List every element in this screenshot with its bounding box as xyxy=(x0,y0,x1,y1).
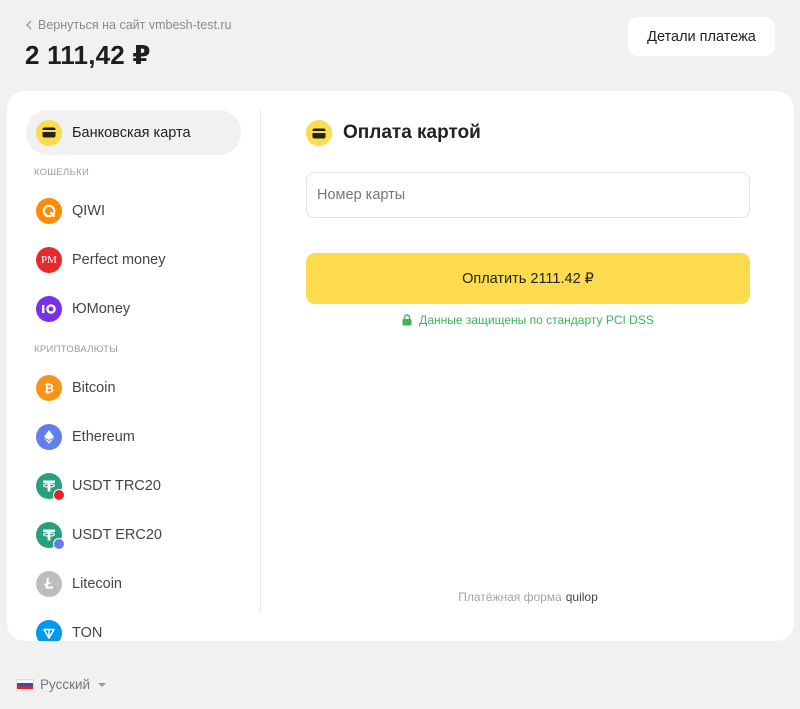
method-usdt-trc20[interactable]: USDT TRC20 xyxy=(26,463,241,508)
svg-text:₿: ₿ xyxy=(44,381,54,395)
method-bitcoin[interactable]: ₿ Bitcoin xyxy=(26,365,241,410)
payment-form-footer: Платёжная форма quilop xyxy=(306,590,750,604)
back-link-label: Вернуться на сайт vmbesh-test.ru xyxy=(38,18,232,32)
footer-label: Платёжная форма xyxy=(458,590,562,604)
bitcoin-icon: ₿ xyxy=(36,374,62,401)
method-label: Ethereum xyxy=(72,428,135,445)
qiwi-icon xyxy=(36,197,62,224)
method-qiwi[interactable]: QIWI xyxy=(26,188,241,233)
wallets-group-label: КОШЕЛЬКИ xyxy=(34,167,90,178)
perfect-money-icon: PM xyxy=(36,246,62,273)
method-label: QIWI xyxy=(72,202,106,219)
pay-button[interactable]: Оплатить 2111.42 ₽ xyxy=(306,253,750,304)
payment-details-button[interactable]: Детали платежа xyxy=(628,17,775,56)
method-litecoin[interactable]: Litecoin xyxy=(26,561,241,606)
method-label: ЮMoney xyxy=(72,300,131,317)
sidebar-divider xyxy=(260,109,261,612)
litecoin-icon xyxy=(36,570,62,597)
yoomoney-icon xyxy=(36,295,62,322)
bank-card-icon xyxy=(36,119,62,146)
card-payment-heading: Оплата картой xyxy=(306,120,481,146)
payment-methods-sidebar: Банковская карта КОШЕЛЬКИ QIWI PM Perfec… xyxy=(26,110,244,641)
method-ton[interactable]: TON xyxy=(26,610,241,641)
payment-amount: 2 111,42 ₽ xyxy=(25,40,151,70)
usdt-erc20-icon xyxy=(36,521,65,550)
ethereum-badge-icon xyxy=(53,537,65,550)
card-number-input[interactable] xyxy=(306,172,750,218)
method-label: Bitcoin xyxy=(72,379,116,396)
method-ethereum[interactable]: Ethereum xyxy=(26,414,241,459)
chevron-left-icon xyxy=(26,20,32,30)
method-yoomoney[interactable]: ЮMoney xyxy=(26,286,241,331)
method-label: Litecoin xyxy=(72,575,122,592)
method-perfect-money[interactable]: PM Perfect money xyxy=(26,237,241,282)
back-to-site-link[interactable]: Вернуться на сайт vmbesh-test.ru xyxy=(25,18,232,32)
method-usdt-erc20[interactable]: USDT ERC20 xyxy=(26,512,241,557)
russia-flag-icon xyxy=(16,678,34,691)
method-label: Perfect money xyxy=(72,251,166,268)
language-label: Русский xyxy=(40,677,91,692)
method-label: USDT ERC20 xyxy=(72,526,162,543)
lock-icon xyxy=(402,314,412,326)
bank-card-icon xyxy=(306,120,332,146)
crypto-group-label: КРИПТОВАЛЮТЫ xyxy=(34,344,118,355)
usdt-trc20-icon xyxy=(36,472,65,501)
method-label: TON xyxy=(72,624,103,641)
payment-card: Банковская карта КОШЕЛЬКИ QIWI PM Perfec… xyxy=(7,91,794,641)
ton-icon xyxy=(36,619,62,641)
ethereum-icon xyxy=(36,423,62,450)
card-payment-title: Оплата картой xyxy=(343,122,481,143)
pm-logo-text: PM xyxy=(41,253,57,266)
language-selector[interactable]: Русский xyxy=(16,677,107,692)
method-bank-card[interactable]: Банковская карта xyxy=(26,110,241,155)
method-label: Банковская карта xyxy=(72,124,191,141)
method-label: USDT TRC20 xyxy=(72,477,161,494)
security-notice-text: Данные защищены по стандарту PCI DSS xyxy=(419,313,654,327)
security-notice: Данные защищены по стандарту PCI DSS xyxy=(306,313,750,327)
tron-badge-icon xyxy=(53,488,65,501)
footer-brand-name: quilop xyxy=(565,590,598,604)
caret-down-icon xyxy=(98,682,107,687)
